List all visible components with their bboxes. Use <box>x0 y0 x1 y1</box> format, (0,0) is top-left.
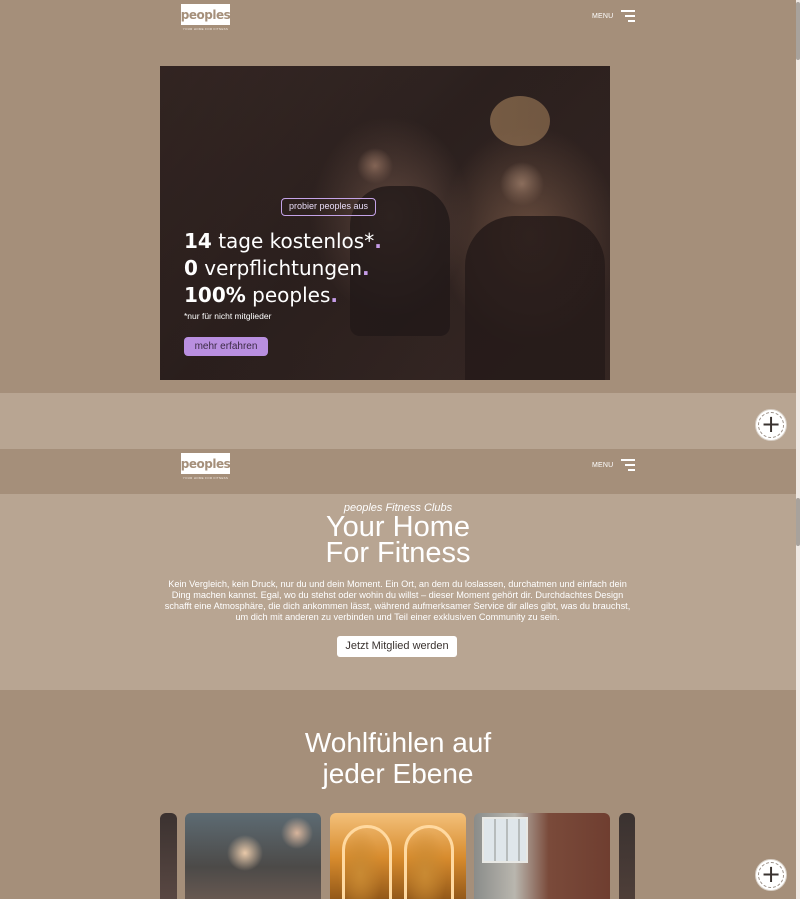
menu-label: MENU <box>592 12 614 20</box>
scrollbar-thumb[interactable] <box>796 2 800 60</box>
hamburger-icon <box>621 459 636 471</box>
intro-title-line-2: For Fitness <box>325 537 471 569</box>
logo[interactable]: peoples YOUR HOME FOR FITNESS <box>181 453 231 480</box>
hero-line-1: 14 tage kostenlos*. <box>184 229 382 253</box>
floating-plus-button[interactable]: + <box>755 409 787 441</box>
hero-line-3: 100% peoples. <box>184 283 338 307</box>
arch-decor <box>404 825 454 899</box>
plus-icon: + <box>760 860 782 888</box>
logo-wordmark: peoples <box>181 4 231 25</box>
intro-body: Kein Vergleich, kein Druck, nur du und d… <box>164 579 631 622</box>
plus-icon: + <box>760 410 782 438</box>
intro-section: peoples Fitness Clubs Your Home For Fitn… <box>0 494 796 690</box>
hero-banner: probier peoples aus 14 tage kostenlos*. … <box>160 66 610 380</box>
logo-tagline: YOUR HOME FOR FITNESS <box>182 476 229 480</box>
hero-cta-button[interactable]: mehr erfahren <box>184 337 268 356</box>
menu-label: MENU <box>592 461 614 469</box>
hero-line-2: 0 verpflichtungen. <box>184 256 370 280</box>
wellbeing-title-line-2: jeder Ebene <box>322 758 474 789</box>
floating-plus-button[interactable]: + <box>755 859 787 891</box>
carousel-card-partial[interactable] <box>160 813 177 899</box>
page-scrollbar[interactable] <box>796 0 800 899</box>
hamburger-icon <box>621 10 636 22</box>
site-header: peoples YOUR HOME FOR FITNESS MENU <box>0 0 796 45</box>
spacer-band <box>0 393 796 449</box>
carousel-card-arches[interactable] <box>330 813 466 899</box>
menu-button[interactable]: MENU <box>592 10 636 22</box>
carousel-card-partial[interactable] <box>619 813 635 899</box>
logo-tagline: YOUR HOME FOR FITNESS <box>182 27 229 31</box>
hero-overlay <box>160 66 610 380</box>
arch-decor <box>342 825 392 899</box>
logo-wordmark: peoples <box>181 453 231 474</box>
join-member-button[interactable]: Jetzt Mitglied werden <box>337 636 457 657</box>
wellbeing-section: Wohlfühlen auf jeder Ebene <box>0 690 796 899</box>
sticky-header: peoples YOUR HOME FOR FITNESS MENU <box>0 449 796 494</box>
hero-headline: 14 tage kostenlos*. 0 verpflichtungen. 1… <box>184 228 382 309</box>
wellbeing-title: Wohlfühlen auf jeder Ebene <box>0 727 796 789</box>
window-decor <box>482 817 528 863</box>
hero-footnote: *nur für nicht mitglieder <box>184 311 272 321</box>
carousel-card-yoga[interactable] <box>474 813 610 899</box>
logo[interactable]: peoples YOUR HOME FOR FITNESS <box>181 4 231 31</box>
scrollbar-thumb[interactable] <box>796 498 800 546</box>
intro-title: Your Home For Fitness <box>0 513 796 569</box>
hero-badge: probier peoples aus <box>281 198 377 216</box>
wellbeing-title-line-1: Wohlfühlen auf <box>304 727 492 758</box>
menu-button[interactable]: MENU <box>592 459 636 471</box>
carousel-card-people[interactable] <box>185 813 321 899</box>
